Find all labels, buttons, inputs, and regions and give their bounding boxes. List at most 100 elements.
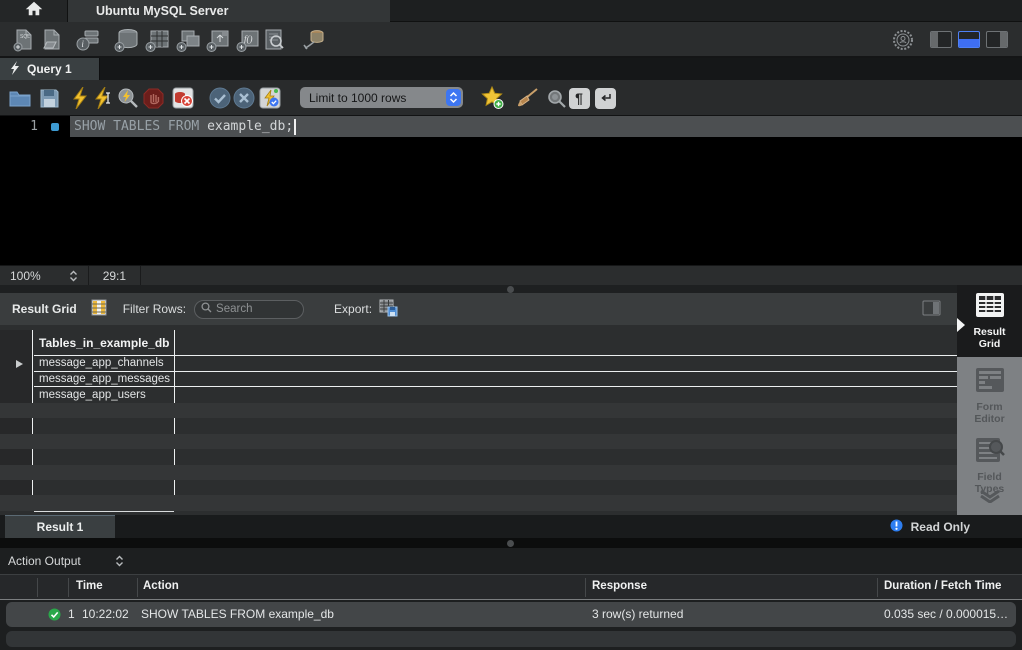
security-badge-icon <box>890 27 916 53</box>
execute-current-statement-icon[interactable] <box>92 86 116 110</box>
action-output-empty-row <box>6 631 1016 647</box>
export-recordset-icon[interactable] <box>379 299 398 320</box>
sql-statement[interactable]: SHOW TABLES FROM example_db; <box>70 116 1022 137</box>
query-tab-bar: Query 1 <box>0 58 1022 80</box>
info-icon <box>890 519 903 535</box>
toggle-right-panel-icon[interactable] <box>986 31 1008 48</box>
data-transfer-icon[interactable] <box>301 27 327 53</box>
zoom-stepper-icon[interactable] <box>69 270 78 282</box>
new-function-icon[interactable]: f() <box>236 27 262 53</box>
open-sql-script-icon[interactable] <box>39 27 65 53</box>
connection-tab-label: Ubuntu MySQL Server <box>96 4 228 18</box>
tab-result-1[interactable]: Result 1 <box>5 515 115 538</box>
grid-header-row[interactable]: Tables_in_example_db <box>34 330 957 356</box>
action-output-header: Action Output <box>0 548 1022 574</box>
beautify-query-icon[interactable] <box>516 86 540 110</box>
server-status-icon[interactable]: i <box>75 27 101 53</box>
splitter-grip[interactable] <box>507 286 514 293</box>
sidebar-item-result-grid[interactable]: Result Grid <box>957 292 1022 350</box>
limit-rows-value: Limit to 1000 rows <box>309 91 406 105</box>
editor-status-bar: 100% 29:1 <box>0 265 1022 285</box>
result-grid-toolbar: Result Grid Filter Rows: Export: <box>0 293 957 325</box>
caret-position: 29:1 <box>103 269 126 283</box>
cell-value[interactable]: message_app_users <box>39 389 146 401</box>
title-tab-bar: Ubuntu MySQL Server <box>0 0 1022 22</box>
editor-line-1[interactable]: 1 SHOW TABLES FROM example_db; <box>0 116 1022 137</box>
new-schema-icon[interactable] <box>114 27 140 53</box>
result-tab-label: Result 1 <box>37 520 84 534</box>
toggle-left-panel-icon[interactable] <box>930 31 952 48</box>
svg-text:f(): f() <box>244 34 253 44</box>
collapse-sidebar-icon[interactable] <box>922 300 941 319</box>
mysql-workbench-window: Ubuntu MySQL Server SQL i f() <box>0 0 1022 650</box>
row-time: 10:22:02 <box>82 607 129 621</box>
read-only-label: Read Only <box>911 520 970 534</box>
rollback-icon[interactable] <box>232 86 256 110</box>
form-editor-icon <box>975 367 1005 398</box>
result-output-splitter[interactable] <box>0 538 1022 548</box>
row-index: 1 <box>68 607 75 621</box>
table-row[interactable]: message_app_channels <box>34 356 957 372</box>
column-header-duration[interactable]: Duration / Fetch Time <box>884 580 1001 592</box>
action-output-row[interactable]: 1 10:22:02 SHOW TABLES FROM example_db 3… <box>6 602 1016 627</box>
new-sql-script-icon[interactable]: SQL <box>11 27 37 53</box>
zoom-level: 100% <box>10 269 41 283</box>
toggle-autocommit-icon[interactable] <box>258 86 282 110</box>
result-view-sidebar: Result Grid Form Editor Field Types <box>957 285 1022 515</box>
table-row[interactable]: message_app_users <box>34 387 957 403</box>
grid-column-header[interactable]: Tables_in_example_db <box>34 336 170 350</box>
limit-rows-dropdown[interactable]: Limit to 1000 rows <box>300 87 463 108</box>
toggle-stop-on-error-icon[interactable] <box>171 86 195 110</box>
sql-identifier: example_db; <box>207 119 293 134</box>
grid-columns-icon[interactable] <box>91 299 107 319</box>
action-output-column-headers: Time Action Response Duration / Fetch Ti… <box>0 574 1022 600</box>
search-input[interactable] <box>216 303 294 315</box>
splitter-grip[interactable] <box>507 540 514 547</box>
output-selector-stepper-icon[interactable] <box>115 555 124 567</box>
explain-plan-icon[interactable] <box>116 86 140 110</box>
result-tab-bar: Result 1 Read Only <box>0 515 1022 538</box>
query-tab-label: Query 1 <box>27 62 72 76</box>
execute-query-icon[interactable] <box>68 86 92 110</box>
sidebar-item-form-editor[interactable]: Form Editor <box>957 367 1022 425</box>
home-tab[interactable] <box>0 0 68 22</box>
new-table-icon[interactable] <box>145 27 171 53</box>
cell-value[interactable]: message_app_messages <box>39 373 170 385</box>
show-invisibles-icon[interactable]: ¶ <box>567 86 591 110</box>
query-bolt-icon <box>10 61 20 78</box>
column-header-time[interactable]: Time <box>76 580 103 592</box>
sidebar-overflow-chevron-icon[interactable] <box>957 489 1022 503</box>
column-header-response[interactable]: Response <box>592 580 647 592</box>
sql-editor[interactable]: 1 SHOW TABLES FROM example_db; <box>0 116 1022 265</box>
sidebar-item-field-types[interactable]: Field Types <box>957 437 1022 495</box>
find-icon[interactable] <box>544 86 568 110</box>
column-header-action[interactable]: Action <box>143 580 179 592</box>
wrap-text-icon[interactable] <box>593 86 617 110</box>
toggle-bottom-panel-icon[interactable] <box>958 31 980 48</box>
query-toolbar: Limit to 1000 rows ¶ <box>0 80 1022 116</box>
schema-inspector-icon[interactable] <box>262 27 288 53</box>
result-grid-icon <box>975 292 1005 323</box>
new-snippet-icon[interactable] <box>481 86 505 110</box>
filter-search-box[interactable] <box>194 300 304 319</box>
dropdown-stepper-icon <box>446 89 461 106</box>
table-row[interactable]: message_app_messages <box>34 372 957 388</box>
cell-value[interactable]: message_app_channels <box>39 357 164 369</box>
current-row-arrow-icon <box>16 360 23 368</box>
connection-tab[interactable]: Ubuntu MySQL Server <box>68 0 390 22</box>
success-check-icon <box>48 608 61 624</box>
export-label: Export: <box>334 302 372 316</box>
svg-text:SQL: SQL <box>20 34 30 40</box>
new-view-icon[interactable] <box>176 27 202 53</box>
field-types-icon <box>975 437 1005 468</box>
open-file-icon[interactable] <box>8 86 32 110</box>
row-response: 3 row(s) returned <box>592 607 683 621</box>
stop-query-icon[interactable] <box>141 86 165 110</box>
statement-marker-icon <box>51 123 59 131</box>
editor-result-splitter[interactable] <box>0 285 1022 293</box>
new-procedure-icon[interactable] <box>206 27 232 53</box>
tab-query-1[interactable]: Query 1 <box>0 58 100 80</box>
result-grid[interactable]: Tables_in_example_db message_app_channel… <box>0 325 957 515</box>
save-file-icon[interactable] <box>37 86 61 110</box>
commit-icon[interactable] <box>208 86 232 110</box>
